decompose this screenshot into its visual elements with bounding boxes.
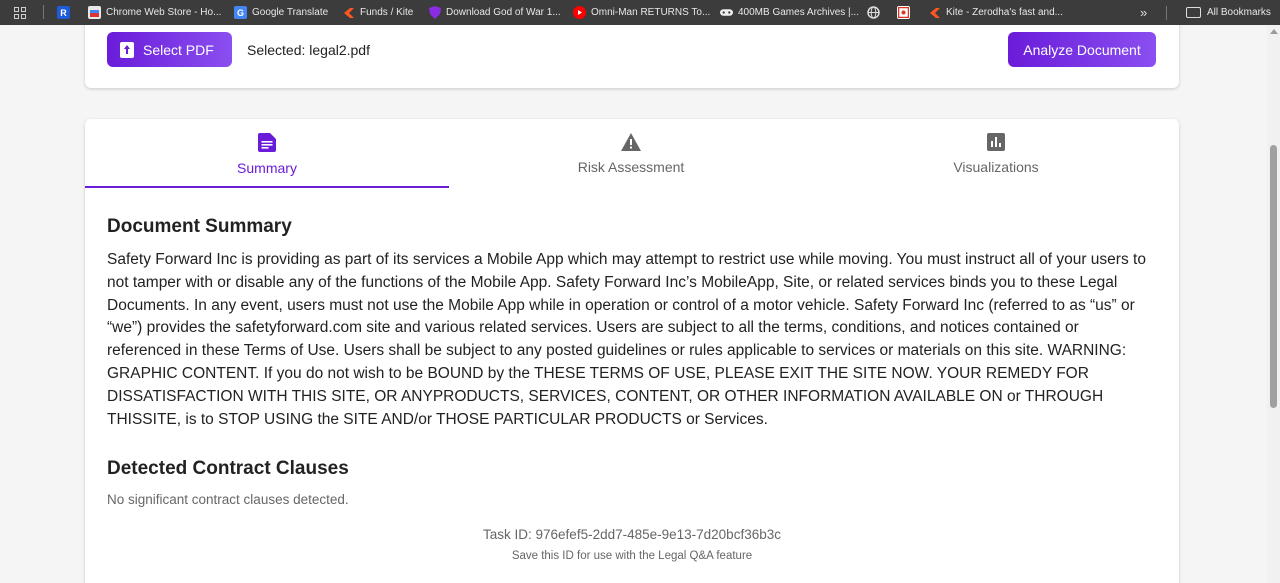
- bookmarks-bar: R Chrome Web Store - Ho... G Google Tran…: [0, 0, 1280, 25]
- tab-bar: Summary Risk Assessment Visualizations: [85, 119, 1179, 188]
- task-id-note: Save this ID for use with the Legal Q&A …: [511, 550, 753, 562]
- apps-grid-icon[interactable]: [0, 0, 40, 25]
- google-translate-icon: G: [234, 6, 247, 19]
- bookmark-red-square[interactable]: [897, 0, 910, 25]
- document-summary-heading: Document Summary: [107, 216, 292, 237]
- tab-label: Summary: [237, 160, 297, 176]
- document-summary-text: Safety Forward Inc is providing as part …: [107, 251, 1146, 428]
- vertical-scrollbar[interactable]: [1267, 25, 1280, 583]
- bookmark-separator: [1166, 6, 1167, 20]
- bookmark-label: 400MB Games Archives |...: [738, 7, 859, 18]
- select-pdf-label: Select PDF: [143, 41, 214, 58]
- contract-clauses-heading: Detected Contract Clauses: [107, 458, 349, 479]
- tab-risk-assessment[interactable]: Risk Assessment: [449, 119, 813, 188]
- bookmark-label: Google Translate: [252, 7, 329, 18]
- bookmark-google-translate[interactable]: G Google Translate: [234, 0, 328, 25]
- scrollbar-thumb[interactable]: [1270, 145, 1277, 408]
- scroll-up-arrow-icon[interactable]: [1270, 29, 1278, 34]
- chrome-web-store-icon: [88, 6, 101, 19]
- bookmark-label: Kite - Zerodha's fast and...: [946, 7, 1063, 18]
- document-icon: [258, 133, 276, 152]
- bookmark-label: Chrome Web Store - Ho...: [106, 7, 222, 18]
- gamepad-icon: [720, 6, 733, 19]
- bar-chart-icon: [987, 133, 1005, 151]
- more-bookmarks-button[interactable]: »: [1140, 0, 1147, 25]
- select-pdf-button[interactable]: Select PDF: [107, 32, 232, 67]
- bookmark-r-app[interactable]: R: [57, 0, 70, 25]
- task-id-text: Task ID: 976efef5-2dd7-485e-9e13-7d20bcf…: [483, 527, 781, 542]
- folder-icon: [1186, 7, 1201, 18]
- purple-shield-icon: [428, 6, 441, 19]
- bookmark-globe[interactable]: [867, 0, 880, 25]
- bookmark-funds-kite[interactable]: Funds / Kite: [342, 0, 413, 25]
- warning-icon: [621, 133, 641, 151]
- all-bookmarks-button[interactable]: All Bookmarks: [1186, 0, 1271, 25]
- bookmark-omni-man[interactable]: Omni-Man RETURNS To...: [573, 0, 710, 25]
- r-app-icon: R: [57, 6, 70, 19]
- bookmark-label: Download God of War 1...: [446, 7, 561, 18]
- red-square-icon: [897, 6, 910, 19]
- bookmark-chrome-web-store[interactable]: Chrome Web Store - Ho...: [88, 0, 221, 25]
- no-clauses-message: No significant contract clauses detected…: [107, 492, 349, 507]
- analyze-document-button[interactable]: Analyze Document: [1008, 32, 1156, 67]
- upload-card: Select PDF Selected: legal2.pdf Analyze …: [85, 25, 1179, 88]
- youtube-icon: [573, 6, 586, 19]
- results-card: Summary Risk Assessment Visualizations D…: [85, 119, 1179, 583]
- bookmark-400mb-games[interactable]: 400MB Games Archives |...: [720, 0, 859, 25]
- bookmark-kite-zerodha[interactable]: Kite - Zerodha's fast and...: [928, 0, 1063, 25]
- bookmark-separator: [43, 5, 44, 19]
- upload-file-icon: [120, 41, 134, 58]
- kite-icon: [342, 6, 355, 19]
- bookmark-label: Funds / Kite: [360, 7, 414, 18]
- tab-label: Visualizations: [953, 159, 1039, 175]
- kite-icon: [928, 6, 941, 19]
- globe-icon: [867, 6, 880, 19]
- bookmark-god-of-war[interactable]: Download God of War 1...: [428, 0, 561, 25]
- selected-file-text: Selected: legal2.pdf: [247, 42, 370, 58]
- tab-label: Risk Assessment: [577, 159, 685, 175]
- bookmark-label: Omni-Man RETURNS To...: [591, 7, 711, 18]
- tab-visualizations[interactable]: Visualizations: [814, 119, 1178, 188]
- all-bookmarks-label: All Bookmarks: [1207, 7, 1271, 18]
- page-content: Select PDF Selected: legal2.pdf Analyze …: [0, 25, 1267, 583]
- tab-summary[interactable]: Summary: [85, 119, 449, 188]
